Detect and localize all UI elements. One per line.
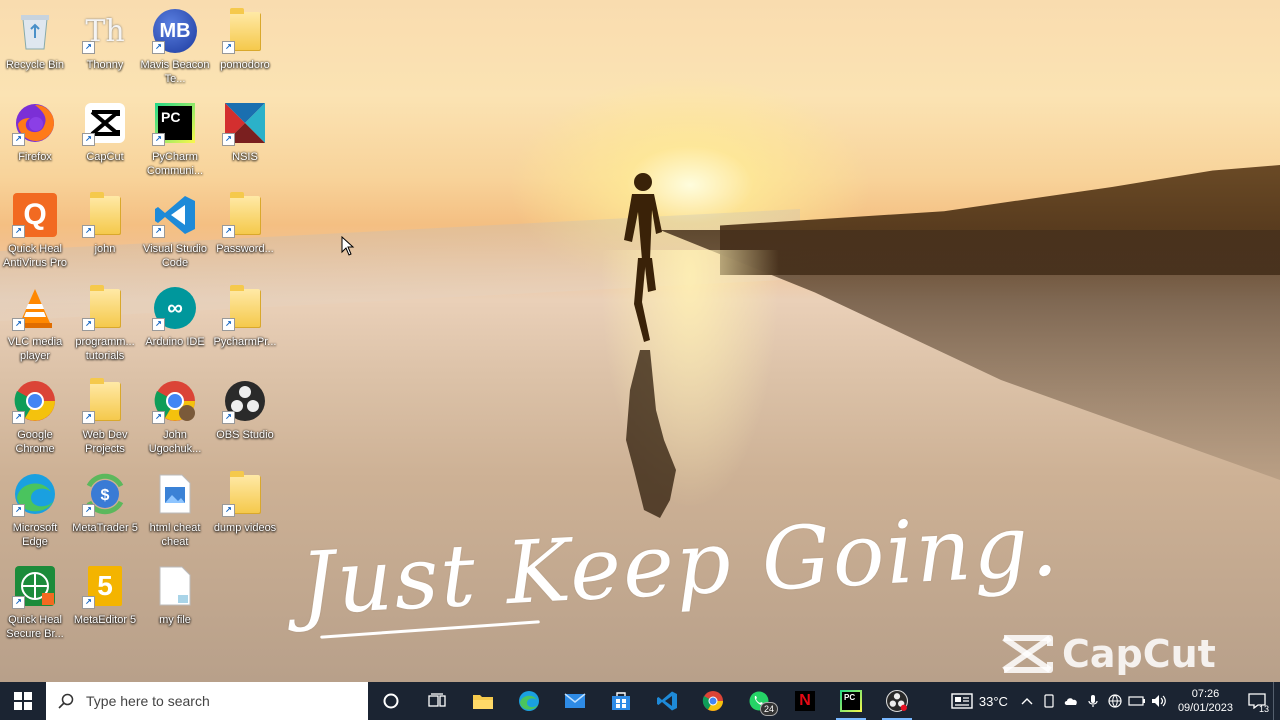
mail-icon <box>564 693 586 708</box>
news-weather-icon <box>951 693 973 709</box>
taskbar-netflix[interactable]: N <box>782 682 828 720</box>
runner-reflection <box>626 350 676 518</box>
desktop-icon-metatrader[interactable]: $ ↗ MetaTrader 5 <box>70 471 140 535</box>
desktop-icon-quick-heal[interactable]: Q ↗ Quick Heal AntiVirus Pro <box>0 192 70 270</box>
file-explorer-icon <box>473 695 493 709</box>
desktop-icon-pycharm[interactable]: PC ↗ PyCharm Communi... <box>140 100 210 178</box>
taskbar-file-explorer[interactable] <box>460 682 506 720</box>
desktop-icon-web-dev-projects[interactable]: ↗ Web Dev Projects <box>70 378 140 456</box>
obs-icon <box>886 690 908 712</box>
taskbar-obs[interactable] <box>874 682 920 720</box>
taskbar-vscode[interactable] <box>644 682 690 720</box>
speaker-icon <box>1151 695 1166 707</box>
wallpaper-motto-text: Just Keep Going. <box>297 495 1062 635</box>
desktop-icon-pomodoro[interactable]: ↗ pomodoro <box>210 8 280 72</box>
taskbar-whatsapp[interactable]: 24 <box>736 682 782 720</box>
tray-volume[interactable] <box>1148 682 1170 720</box>
desktop-icon-edge[interactable]: ↗ Microsoft Edge <box>0 471 70 549</box>
taskbar: 24 N PC 33°C 07:26 09/01/2023 13 <box>0 682 1280 720</box>
desktop-icon-html-cheat[interactable]: html cheat cheat <box>140 471 210 549</box>
desktop-icon-my-file[interactable]: my file <box>140 563 210 627</box>
taskbar-search-box[interactable] <box>46 682 368 720</box>
weather-widget[interactable]: 33°C <box>943 693 1016 709</box>
desktop-icon-john-folder[interactable]: ↗ john <box>70 192 140 256</box>
vscode-icon <box>657 691 677 711</box>
taskbar-mail[interactable] <box>552 682 598 720</box>
pycharm-icon: PC <box>842 692 860 710</box>
chrome-icon <box>702 691 723 711</box>
edge-icon <box>519 691 539 711</box>
cloud-icon <box>1064 698 1077 705</box>
microphone-icon <box>1088 695 1098 707</box>
show-desktop-button[interactable] <box>1273 682 1280 720</box>
tray-battery[interactable] <box>1126 682 1148 720</box>
tray-onedrive[interactable] <box>1060 682 1082 720</box>
mouse-cursor-icon <box>341 236 355 256</box>
system-tray: 33°C 07:26 09/01/2023 13 <box>943 682 1280 720</box>
taskbar-chrome[interactable] <box>690 682 736 720</box>
desktop-icon-vscode[interactable]: ↗ Visual Studio Code <box>140 192 210 270</box>
desktop-icon-nsis[interactable]: ↗ NSIS <box>210 100 280 164</box>
desktop-icon-pycharm-project[interactable]: ↗ PycharmPr... <box>210 285 280 349</box>
desktop-wallpaper[interactable]: Just Keep Going. CapCut Recycle Bin ↗ Fi… <box>0 0 1280 682</box>
phone-link-icon <box>1044 694 1054 708</box>
watermark-text: CapCut <box>1062 632 1216 676</box>
desktop-icon-metaeditor[interactable]: 5 ↗ MetaEditor 5 <box>70 563 140 627</box>
netflix-icon: N <box>795 691 815 711</box>
tray-network[interactable] <box>1104 682 1126 720</box>
taskbar-task-view[interactable] <box>414 682 460 720</box>
whatsapp-unread-badge: 24 <box>759 702 778 716</box>
text-file-icon <box>159 566 191 606</box>
desktop-icon-capcut[interactable]: ↗ CapCut <box>70 100 140 164</box>
notification-center-button[interactable]: 13 <box>1241 682 1273 720</box>
cortana-icon <box>383 693 399 709</box>
clock-time: 07:26 <box>1191 688 1220 700</box>
tray-phone-link[interactable] <box>1038 682 1060 720</box>
notification-count: 13 <box>1258 704 1269 714</box>
task-view-icon <box>428 693 446 707</box>
desktop-icon-recycle-bin[interactable]: Recycle Bin <box>0 8 70 72</box>
image-file-icon <box>159 474 191 514</box>
desktop-icon-john-ugochuk[interactable]: ↗ John Ugochuk... <box>140 378 210 456</box>
desktop-icon-quick-heal-browser[interactable]: ↗ Quick Heal Secure Br... <box>0 563 70 641</box>
weather-temperature: 33°C <box>978 693 1008 709</box>
desktop-icon-dump-videos[interactable]: ↗ dump videos <box>210 471 280 535</box>
tray-microphone[interactable] <box>1082 682 1104 720</box>
globe-icon <box>1108 694 1122 708</box>
clock-date: 09/01/2023 <box>1177 702 1233 714</box>
taskbar-edge[interactable] <box>506 682 552 720</box>
desktop-icon-arduino[interactable]: ∞ ↗ Arduino IDE <box>140 285 210 349</box>
desktop-icon-password-file[interactable]: ↗ Password... <box>210 192 280 256</box>
taskbar-clock[interactable]: 07:26 09/01/2023 <box>1170 687 1241 715</box>
capcut-logo-icon <box>1002 635 1053 673</box>
store-icon <box>612 692 630 710</box>
show-hidden-icons-button[interactable] <box>1016 682 1038 720</box>
search-icon <box>58 693 74 709</box>
taskbar-cortana[interactable] <box>368 682 414 720</box>
taskbar-pycharm[interactable]: PC <box>828 682 874 720</box>
desktop-icon-obs[interactable]: ↗ OBS Studio <box>210 378 280 442</box>
recycle-bin-icon <box>21 15 49 50</box>
desktop-icon-mavis-beacon[interactable]: MB ↗ Mavis Beacon Te... <box>140 8 210 86</box>
capcut-watermark: CapCut <box>1000 632 1216 676</box>
battery-icon <box>1128 696 1145 706</box>
search-input[interactable] <box>84 692 348 710</box>
desktop-icon-vlc[interactable]: ↗ VLC media player <box>0 285 70 363</box>
chevron-up-icon <box>1021 698 1033 705</box>
desktop-icon-thonny[interactable]: Th ↗ Thonny <box>70 8 140 72</box>
runner-silhouette <box>624 173 662 342</box>
desktop-icon-programming-tutorials[interactable]: ↗ programm... tutorials <box>70 285 140 363</box>
desktop-icon-chrome[interactable]: ↗ Google Chrome <box>0 378 70 456</box>
taskbar-store[interactable] <box>598 682 644 720</box>
start-button[interactable] <box>0 682 46 720</box>
svg-text:$: $ <box>101 487 110 504</box>
windows-logo-icon <box>14 692 32 710</box>
desktop-icon-firefox[interactable]: ↗ Firefox <box>0 100 70 164</box>
